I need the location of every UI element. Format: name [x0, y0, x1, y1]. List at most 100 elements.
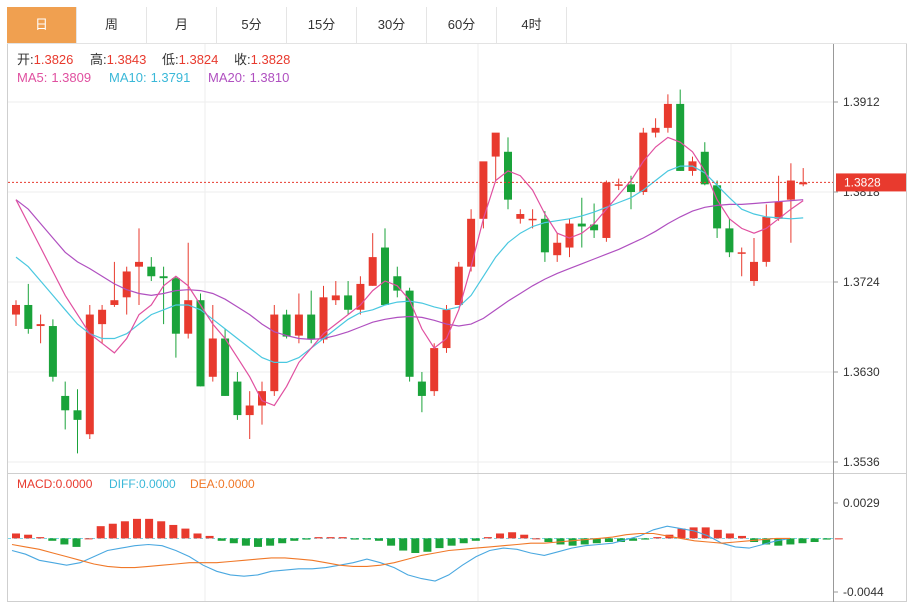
candle-body — [85, 314, 94, 435]
macd-bar — [254, 538, 262, 547]
macd-bar — [653, 537, 662, 539]
macd-bar — [338, 537, 347, 539]
candle-body — [73, 410, 82, 420]
ma10-label: MA10: — [109, 70, 147, 85]
candle — [651, 118, 660, 138]
candle-body — [663, 103, 672, 128]
price-tick-label: 1.3724 — [843, 275, 880, 289]
tab-15min[interactable]: 15分 — [287, 7, 357, 43]
close-label: 收: — [234, 52, 251, 67]
price-tick-label: 1.3912 — [843, 95, 880, 109]
candle-body — [270, 314, 279, 392]
macd-bar — [229, 538, 238, 544]
candle — [614, 178, 623, 191]
macd-label: MACD: — [17, 477, 56, 491]
tab-60min[interactable]: 60分 — [427, 7, 497, 43]
candle-body — [676, 103, 685, 171]
macd-bar — [834, 538, 843, 540]
candle — [750, 237, 758, 286]
candle — [196, 293, 205, 387]
candle — [516, 209, 525, 224]
candle-body — [467, 218, 476, 267]
macd-bar — [713, 529, 722, 539]
candle — [430, 343, 439, 396]
candle-body — [331, 295, 340, 301]
candle — [663, 94, 672, 133]
macd-bar — [60, 538, 69, 545]
macd-bar — [36, 537, 45, 539]
macd-bar — [387, 538, 396, 546]
high-value: 1.3843 — [107, 52, 147, 67]
macd-bar — [302, 538, 311, 540]
macd-bar — [641, 538, 650, 540]
tab-month[interactable]: 月 — [147, 7, 217, 43]
macd-bar — [532, 538, 541, 540]
candle-body — [553, 242, 562, 256]
candle-body — [504, 151, 512, 200]
candle-body — [700, 151, 709, 185]
price-tick-label: 1.3630 — [843, 365, 880, 379]
candle — [417, 372, 426, 413]
close-value: 1.3828 — [251, 52, 291, 67]
candle — [245, 391, 254, 440]
candle-body — [12, 304, 20, 315]
candle-body — [417, 381, 426, 396]
macd-bar — [145, 518, 154, 539]
tab-5min[interactable]: 5分 — [217, 7, 287, 43]
candle — [319, 285, 328, 344]
tab-30min[interactable]: 30分 — [357, 7, 427, 43]
macd-pane-border — [7, 473, 907, 602]
macd-bar — [520, 534, 529, 539]
candle-body — [368, 257, 377, 286]
macd-bar — [725, 533, 734, 539]
candle-body — [294, 314, 303, 336]
macd-bar — [375, 538, 383, 541]
high-label: 高: — [90, 52, 107, 67]
macd-tick-label: 0.0029 — [843, 496, 880, 510]
timeframe-tabs: 日 周 月 5分 15分 30分 60分 4时 — [7, 7, 907, 44]
macd-bar — [193, 533, 202, 539]
dea-value: 0.0000 — [218, 477, 255, 491]
candle-body — [381, 247, 389, 305]
candle — [147, 257, 156, 282]
chart-frame: 0.0029-0.0044 1.39121.38181.37241.36301.… — [7, 43, 907, 602]
candle-body — [614, 184, 623, 186]
dea-label: DEA: — [190, 477, 218, 491]
candle-body — [135, 261, 143, 267]
macd-bar — [84, 538, 93, 540]
candle-body — [122, 271, 131, 298]
tab-4hour[interactable]: 4时 — [497, 7, 567, 43]
macd-bar — [822, 538, 831, 540]
tab-week[interactable]: 周 — [77, 7, 147, 43]
ma10-value: 1.3791 — [151, 70, 191, 85]
candle-body — [48, 326, 57, 377]
candle-body — [24, 304, 33, 329]
candle — [491, 132, 500, 181]
candle — [24, 283, 33, 334]
tab-day[interactable]: 日 — [7, 7, 77, 43]
macd-bar — [314, 537, 323, 539]
open-value: 1.3826 — [34, 52, 74, 67]
candle — [737, 247, 746, 277]
macd-indicator: 0.0029 -0.0044 — [8, 496, 884, 599]
grid — [8, 44, 833, 601]
macd-bar — [568, 538, 577, 546]
candle — [344, 281, 353, 315]
candle-body — [651, 127, 660, 133]
candle-body — [36, 324, 45, 327]
macd-bar — [290, 538, 299, 541]
candle-body — [208, 338, 217, 377]
macd-bar — [447, 538, 456, 546]
price-pane-border — [7, 43, 907, 474]
candle-body — [245, 405, 254, 416]
macd-bar — [604, 538, 613, 543]
candle — [393, 266, 402, 298]
candle-body — [602, 182, 611, 238]
candle-body — [61, 395, 70, 411]
candle-body — [405, 290, 414, 377]
candle-body — [233, 381, 242, 416]
candle-body — [98, 309, 107, 325]
macd-bar — [96, 526, 105, 539]
macd-bar — [423, 538, 432, 552]
candle — [725, 218, 734, 258]
